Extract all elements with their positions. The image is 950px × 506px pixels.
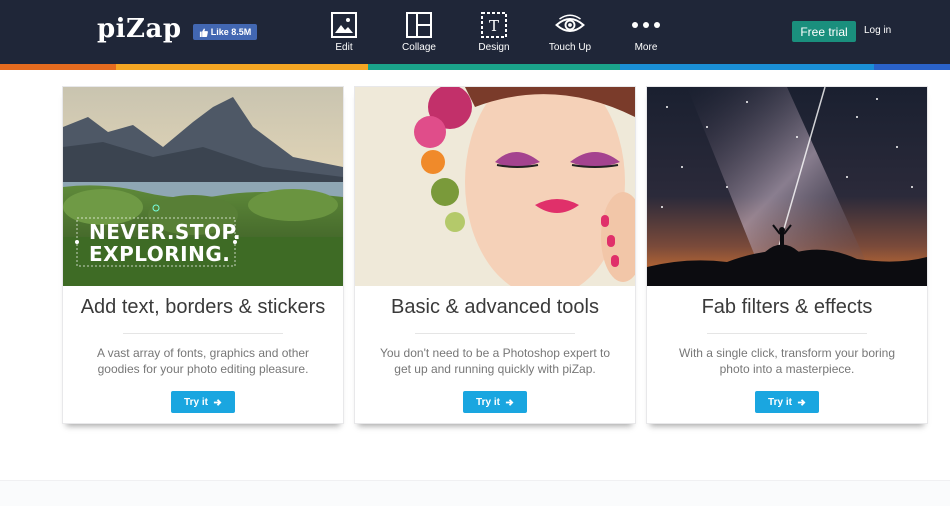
image-headline: NEVER.STOP. EXPLORING.: [89, 221, 241, 265]
image-headline-line2: EXPLORING.: [89, 242, 231, 266]
card-divider: [415, 333, 575, 334]
svg-text:T: T: [489, 17, 499, 35]
strip-segment-teal: [368, 64, 620, 70]
image-icon: [329, 10, 359, 40]
strip-segment-blue: [620, 64, 874, 70]
card-title: Add text, borders & stickers: [80, 296, 326, 318]
strip-segment-darkblue: [874, 64, 950, 70]
strip-segment-orange: [0, 64, 116, 70]
feature-card-filters: Fab filters & effects With a single clic…: [646, 86, 928, 424]
card-title: Basic & advanced tools: [391, 296, 599, 318]
arrow-right-icon: [797, 398, 806, 406]
nav-touch-up-label: Touch Up: [548, 42, 592, 53]
color-strip: [0, 64, 950, 70]
feature-card-text: NEVER.STOP. EXPLORING. Add text, borders…: [62, 86, 344, 424]
top-navbar: piZap Like 8.5M Edit Collage T Design To…: [0, 0, 950, 64]
free-trial-button[interactable]: Free trial: [792, 21, 856, 42]
card-image-portrait: [355, 87, 635, 286]
nav-edit[interactable]: Edit: [309, 10, 379, 53]
card-description: You don't need to be a Photoshop expert …: [379, 346, 611, 376]
try-it-button[interactable]: Try it: [755, 391, 819, 413]
arrow-right-icon: [505, 398, 514, 406]
nav-design-label: Design: [478, 42, 510, 53]
facebook-like-button[interactable]: Like 8.5M: [193, 24, 257, 40]
try-it-label: Try it: [184, 396, 208, 408]
collage-icon: [404, 10, 434, 40]
facebook-like-label: Like 8.5M: [210, 27, 252, 37]
nav-edit-label: Edit: [335, 42, 353, 53]
image-headline-line1: NEVER.STOP.: [89, 220, 242, 244]
footer-band: [0, 480, 950, 506]
login-link[interactable]: Log in: [864, 25, 891, 36]
card-divider: [123, 333, 283, 334]
feature-card-tools: Basic & advanced tools You don't need to…: [354, 86, 636, 424]
strip-segment-yellow: [116, 64, 368, 70]
try-it-button[interactable]: Try it: [463, 391, 527, 413]
nav-touch-up[interactable]: Touch Up: [535, 10, 605, 53]
try-it-button[interactable]: Try it: [171, 391, 235, 413]
nav-more-label: More: [634, 42, 658, 53]
text-frame-icon: T: [479, 10, 509, 40]
more-dots-icon: [631, 10, 661, 40]
arrow-right-icon: [213, 398, 222, 406]
thumbs-up-icon: [199, 27, 208, 37]
nav-design[interactable]: T Design: [459, 10, 529, 53]
card-title: Fab filters & effects: [701, 296, 873, 318]
card-image-landscape: NEVER.STOP. EXPLORING.: [63, 87, 343, 286]
card-description: A vast array of fonts, graphics and othe…: [96, 346, 310, 376]
card-image-night-sky: [647, 87, 927, 286]
try-it-label: Try it: [476, 396, 500, 408]
card-description: With a single click, transform your bori…: [678, 346, 896, 376]
pizap-logo[interactable]: piZap: [97, 14, 182, 44]
card-divider: [707, 333, 867, 334]
nav-more[interactable]: More: [611, 10, 681, 53]
nav-collage[interactable]: Collage: [384, 10, 454, 53]
try-it-label: Try it: [768, 396, 792, 408]
eye-icon: [555, 10, 585, 40]
nav-collage-label: Collage: [402, 42, 436, 53]
